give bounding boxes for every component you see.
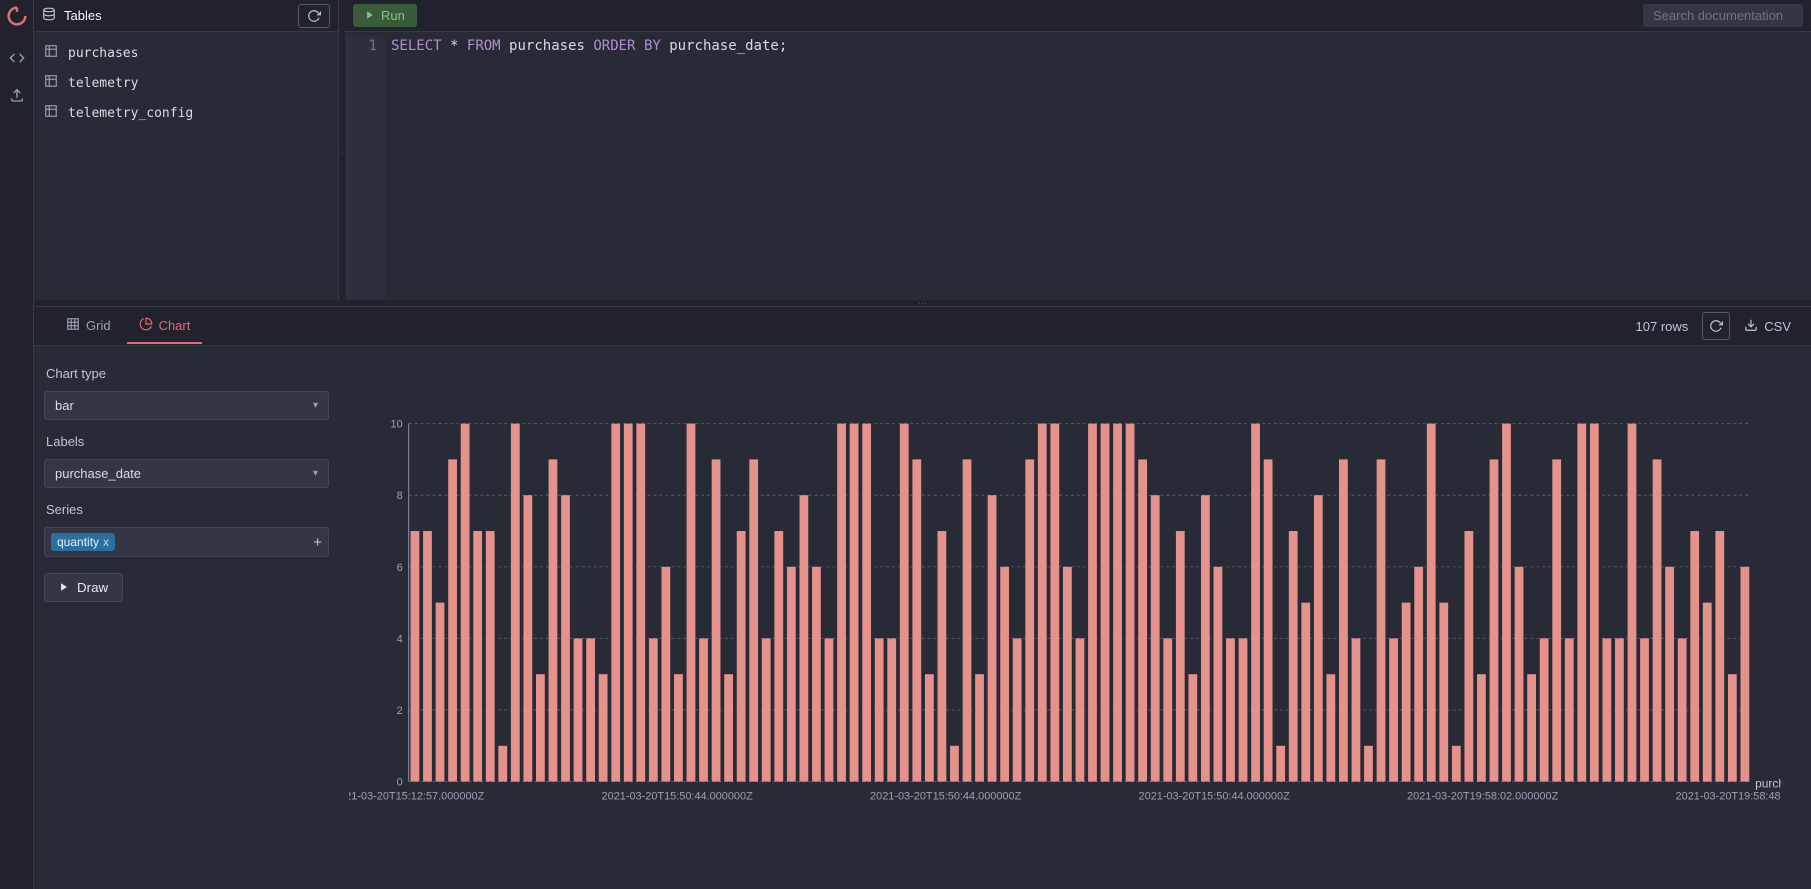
results-header: Grid Chart 107 rows CSV — [34, 306, 1811, 346]
chevron-down-icon: ▾ — [313, 468, 318, 479]
chart-area: 0 2 4 6 8 10 2021-03-20T15:12:57.000000Z 2021-0… — [339, 346, 1811, 889]
csv-label: CSV — [1764, 319, 1791, 334]
results-body: Chart type bar ▾ Labels purchase_date ▾ … — [34, 346, 1811, 889]
table-item[interactable]: telemetry_config — [34, 98, 338, 128]
chart-type-value: bar — [55, 398, 74, 413]
table-icon — [44, 74, 58, 92]
tab-grid-label: Grid — [86, 318, 111, 333]
svg-text:4: 4 — [397, 633, 403, 645]
table-name: purchases — [68, 46, 138, 61]
refresh-results-button[interactable] — [1702, 312, 1730, 340]
pie-icon — [139, 317, 153, 334]
svg-text:purchase_date: purchase_date — [1755, 777, 1781, 791]
series-label: Series — [46, 502, 329, 517]
svg-text:2021-03-20T15:50:44.000000Z: 2021-03-20T15:50:44.000000Z — [870, 791, 1022, 803]
export-csv-button[interactable]: CSV — [1744, 318, 1791, 335]
table-name: telemetry_config — [68, 106, 193, 121]
chart-config-panel: Chart type bar ▾ Labels purchase_date ▾ … — [34, 346, 339, 889]
tables-sidebar: Tables purchases telemetry telemetry_confi… — [34, 0, 339, 300]
series-tag-label: quantity — [57, 535, 99, 549]
tab-chart[interactable]: Chart — [127, 309, 203, 344]
sidebar-title: Tables — [64, 8, 102, 23]
svg-text:6: 6 — [397, 562, 403, 574]
editor-toolbar: Run — [345, 0, 1811, 32]
chart-type-select[interactable]: bar ▾ — [44, 391, 329, 420]
top-section: Tables purchases telemetry telemetry_confi… — [34, 0, 1811, 300]
app-logo — [7, 6, 27, 32]
grid-icon — [66, 317, 80, 334]
chart-type-label: Chart type — [46, 366, 329, 381]
svg-text:2021-03-20T15:50:44.000000Z: 2021-03-20T15:50:44.000000Z — [1139, 791, 1291, 803]
code-editor[interactable]: 1 SELECT * FROM purchases ORDER BY purch… — [345, 32, 1811, 300]
table-item[interactable]: telemetry — [34, 68, 338, 98]
series-select[interactable]: quantity x + — [44, 527, 329, 557]
svg-text:2021-03-20T15:12:57.000000Z: 2021-03-20T15:12:57.000000Z — [349, 791, 485, 803]
database-icon — [42, 7, 56, 24]
series-tag: quantity x — [51, 533, 115, 551]
bar-chart: 0 2 4 6 8 10 2021-03-20T15:12:57.000000Z 2021-0… — [349, 366, 1781, 879]
chevron-down-icon: ▾ — [313, 400, 318, 411]
export-icon[interactable] — [9, 87, 25, 106]
run-button[interactable]: Run — [353, 4, 417, 27]
results-right: 107 rows CSV — [1636, 312, 1791, 340]
table-item[interactable]: purchases — [34, 38, 338, 68]
labels-value: purchase_date — [55, 466, 141, 481]
labels-select[interactable]: purchase_date ▾ — [44, 459, 329, 488]
tab-grid[interactable]: Grid — [54, 309, 123, 344]
main-area: Tables purchases telemetry telemetry_confi… — [34, 0, 1811, 889]
refresh-tables-button[interactable] — [298, 4, 330, 28]
draw-button[interactable]: Draw — [44, 573, 123, 602]
download-icon — [1744, 318, 1758, 335]
add-series-button[interactable]: + — [313, 534, 322, 551]
table-icon — [44, 44, 58, 62]
left-rail — [0, 0, 34, 889]
play-icon — [59, 580, 69, 595]
code-line[interactable]: SELECT * FROM purchases ORDER BY purchas… — [385, 36, 787, 300]
svg-text:0: 0 — [397, 777, 403, 789]
remove-tag-icon[interactable]: x — [103, 535, 109, 549]
svg-text:2021-03-20T19:58:02.000000Z: 2021-03-20T19:58:02.000000Z — [1407, 791, 1559, 803]
table-icon — [44, 104, 58, 122]
table-list: purchases telemetry telemetry_config — [34, 32, 338, 134]
editor-pane: Run 1 SELECT * FROM purchases ORDER BY p… — [345, 0, 1811, 300]
result-tabs: Grid Chart — [54, 309, 202, 344]
tab-chart-label: Chart — [159, 318, 191, 333]
row-count: 107 rows — [1636, 319, 1689, 334]
draw-label: Draw — [77, 580, 108, 595]
line-gutter: 1 — [345, 36, 385, 300]
labels-label: Labels — [46, 434, 329, 449]
sidebar-header: Tables — [34, 0, 338, 32]
search-documentation-input[interactable] — [1643, 4, 1803, 27]
svg-text:2021-03-20T15:50:44.000000Z: 2021-03-20T15:50:44.000000Z — [602, 791, 754, 803]
table-name: telemetry — [68, 76, 138, 91]
run-label: Run — [381, 8, 405, 23]
play-icon — [365, 8, 375, 23]
svg-text:2: 2 — [397, 705, 403, 717]
code-icon[interactable] — [9, 50, 25, 69]
svg-text:10: 10 — [391, 419, 403, 431]
svg-text:8: 8 — [397, 490, 403, 502]
svg-text:2021-03-20T19:58:48.000000Z: 2021-03-20T19:58:48.000000Z — [1676, 791, 1781, 803]
